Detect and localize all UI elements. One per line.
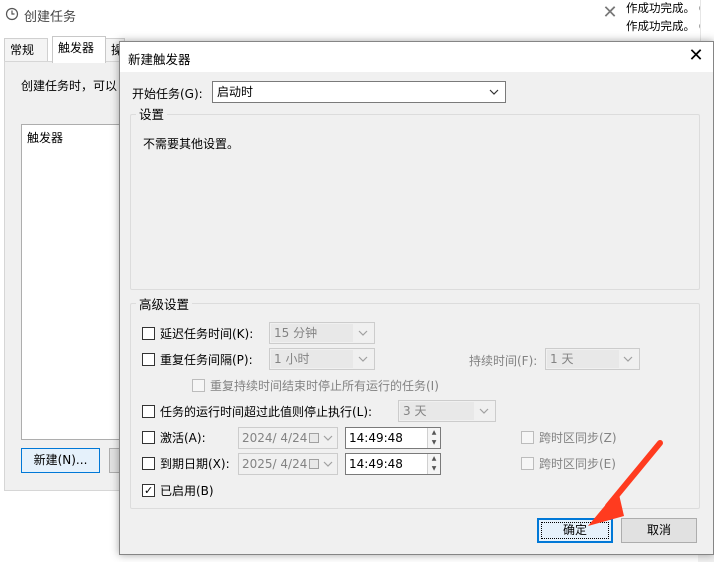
duration-value: 1 天 bbox=[550, 352, 574, 366]
checkmark-icon: ✓ bbox=[144, 484, 154, 497]
expire-sync-checkbox[interactable] bbox=[521, 457, 534, 470]
calendar-icon bbox=[309, 459, 319, 469]
triggers-description: 创建任务时，可以 bbox=[21, 79, 118, 93]
chevron-down-icon bbox=[358, 330, 368, 336]
create-task-titlebar bbox=[0, 0, 626, 30]
triggers-list[interactable] bbox=[21, 124, 131, 440]
repeat-interval-select[interactable]: 1 小时 bbox=[269, 348, 375, 370]
duration-select[interactable]: 1 天 bbox=[545, 348, 640, 370]
clock-icon bbox=[5, 7, 19, 21]
spin-up-icon[interactable]: ▲ bbox=[427, 428, 440, 438]
calendar-icon bbox=[309, 433, 319, 443]
chevron-down-icon bbox=[358, 356, 368, 362]
close-icon[interactable]: ✕ bbox=[600, 3, 620, 23]
close-icon[interactable]: ✕ bbox=[686, 46, 706, 66]
activate-date-picker[interactable]: 2024/ 4/24 bbox=[238, 427, 338, 449]
activate-date: 2024/ 4/24 bbox=[242, 431, 308, 445]
stop-if-longer-select[interactable]: 3 天 bbox=[398, 400, 496, 422]
settings-text: 不需要其他设置。 bbox=[143, 137, 240, 151]
activate-time-spinner[interactable]: 14:49:48 ▲ ▼ bbox=[345, 427, 441, 449]
stop-if-longer-value: 3 天 bbox=[403, 404, 427, 418]
begin-task-value: 启动时 bbox=[217, 85, 254, 99]
advanced-settings-title: 高级设置 bbox=[136, 294, 193, 313]
stop-at-duration-end-checkbox[interactable] bbox=[192, 379, 205, 392]
expire-checkbox[interactable] bbox=[142, 457, 155, 470]
begin-task-select[interactable]: 启动时 bbox=[212, 81, 506, 103]
new-trigger-button[interactable]: 新建(N)... bbox=[21, 448, 100, 473]
chevron-down-icon bbox=[323, 461, 333, 467]
stop-at-duration-end-label[interactable]: 重复持续时间结束时停止所有运行的任务(I) bbox=[210, 377, 439, 394]
delay-label[interactable]: 延迟任务时间(K): bbox=[160, 325, 253, 342]
spin-up-icon[interactable]: ▲ bbox=[427, 454, 440, 464]
triggers-list-header[interactable]: 触发器 bbox=[27, 129, 63, 146]
activate-checkbox[interactable] bbox=[142, 431, 155, 444]
expire-date-picker[interactable]: 2025/ 4/24 bbox=[238, 453, 338, 475]
repeat-interval-value: 1 小时 bbox=[274, 352, 310, 366]
delay-select[interactable]: 15 分钟 bbox=[269, 322, 375, 344]
chevron-down-icon bbox=[489, 89, 499, 95]
activate-time: 14:49:48 bbox=[349, 431, 403, 445]
stop-if-longer-label[interactable]: 任务的运行时间超过此值则停止执行(L): bbox=[160, 403, 372, 420]
repeat-checkbox[interactable] bbox=[142, 353, 155, 366]
stop-if-longer-checkbox[interactable] bbox=[142, 405, 155, 418]
tab-general[interactable]: 常规 bbox=[4, 38, 48, 62]
delay-checkbox[interactable] bbox=[142, 327, 155, 340]
spin-down-icon[interactable]: ▼ bbox=[427, 438, 440, 448]
chevron-down-icon bbox=[323, 435, 333, 441]
enabled-checkbox[interactable]: ✓ bbox=[142, 484, 155, 497]
dialog-title: 新建触发器 bbox=[128, 52, 191, 67]
delay-value: 15 分钟 bbox=[274, 326, 318, 340]
activate-sync-checkbox[interactable] bbox=[521, 431, 534, 444]
repeat-label[interactable]: 重复任务间隔(P): bbox=[160, 351, 253, 368]
settings-group-title: 设置 bbox=[136, 104, 168, 123]
expire-label[interactable]: 到期日期(X): bbox=[160, 455, 230, 472]
dialog-titlebar bbox=[120, 42, 713, 72]
spin-down-icon[interactable]: ▼ bbox=[427, 464, 440, 474]
enabled-label[interactable]: 已启用(B) bbox=[160, 482, 214, 499]
activate-label[interactable]: 激活(A): bbox=[160, 429, 206, 446]
expire-time: 14:49:48 bbox=[349, 457, 403, 471]
begin-task-label: 开始任务(G): bbox=[132, 87, 203, 101]
chevron-down-icon bbox=[623, 356, 633, 362]
create-task-title: 创建任务 bbox=[24, 10, 77, 25]
red-arrow-annotation bbox=[588, 440, 663, 526]
tab-triggers[interactable]: 触发器 bbox=[52, 36, 106, 63]
expire-date: 2025/ 4/24 bbox=[242, 457, 308, 471]
expire-time-spinner[interactable]: 14:49:48 ▲ ▼ bbox=[345, 453, 441, 475]
chevron-down-icon bbox=[479, 408, 489, 414]
duration-label: 持续时间(F): bbox=[469, 354, 538, 368]
